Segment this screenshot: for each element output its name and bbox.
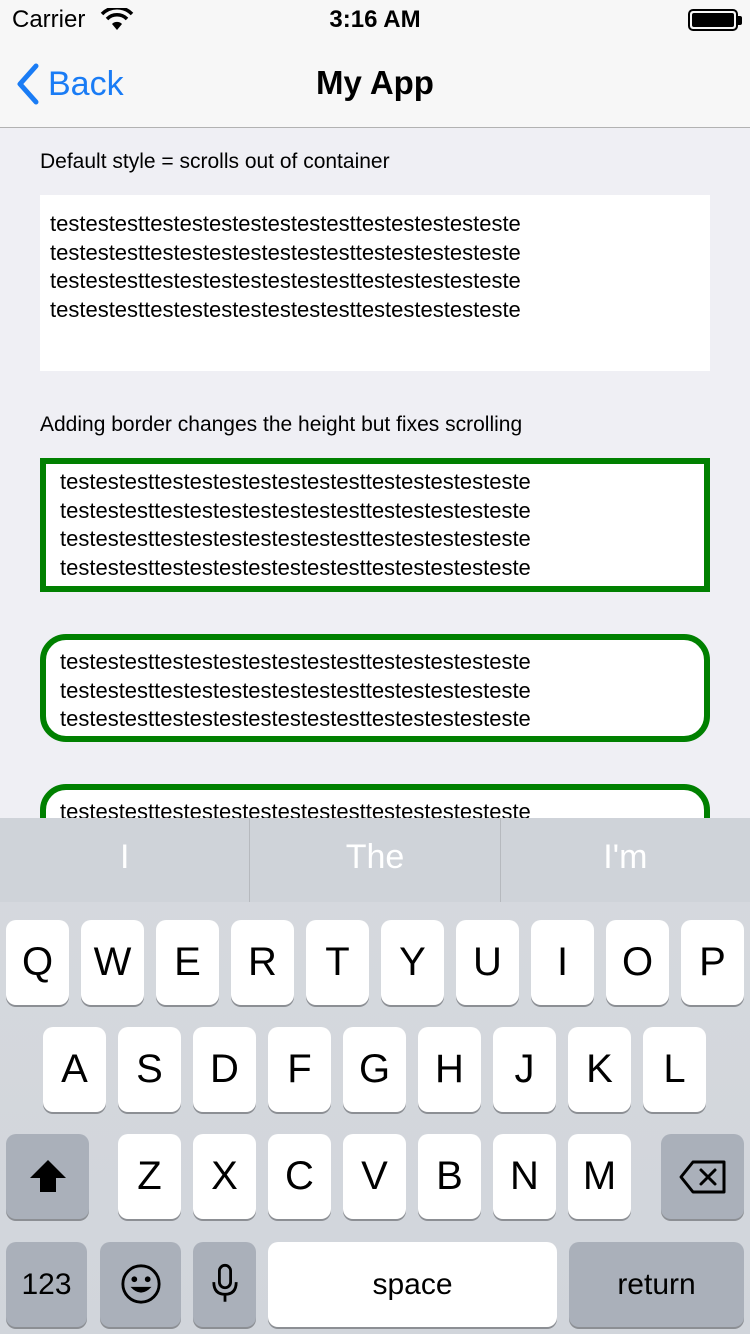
delete-key[interactable] <box>661 1134 744 1219</box>
border-style-label: Adding border changes the height but fix… <box>40 413 523 436</box>
key-m[interactable]: M <box>568 1134 631 1219</box>
key-d[interactable]: D <box>193 1027 256 1112</box>
key-i[interactable]: I <box>531 920 594 1005</box>
key-w[interactable]: W <box>81 920 144 1005</box>
suggestion-1[interactable]: I <box>0 818 249 902</box>
key-q[interactable]: Q <box>6 920 69 1005</box>
key-a[interactable]: A <box>43 1027 106 1112</box>
key-p[interactable]: P <box>681 920 744 1005</box>
return-key[interactable]: return <box>569 1242 744 1327</box>
key-f[interactable]: F <box>268 1027 331 1112</box>
key-g[interactable]: G <box>343 1027 406 1112</box>
key-s[interactable]: S <box>118 1027 181 1112</box>
suggestion-bar: I The I'm <box>0 818 750 902</box>
scroll-content[interactable]: Default style = scrolls out of container… <box>0 128 750 818</box>
emoji-key[interactable] <box>100 1242 181 1327</box>
microphone-icon <box>211 1263 238 1302</box>
key-n[interactable]: N <box>493 1134 556 1219</box>
backspace-icon <box>679 1160 725 1194</box>
key-u[interactable]: U <box>456 920 519 1005</box>
default-textarea[interactable]: testestesttestestestestestestesttesteste… <box>40 195 710 371</box>
battery-icon <box>688 9 742 31</box>
navigation-bar: Back My App <box>0 40 750 128</box>
rounded-bordered-textarea-2[interactable]: testestesttestestestestestestesttesteste… <box>40 784 710 818</box>
shift-arrow-icon <box>29 1160 66 1192</box>
status-bar: Carrier 3:16 AM <box>0 0 750 40</box>
key-z[interactable]: Z <box>118 1134 181 1219</box>
key-x[interactable]: X <box>193 1134 256 1219</box>
emoji-icon <box>120 1264 161 1304</box>
page-title: My App <box>316 64 434 101</box>
key-r[interactable]: R <box>231 920 294 1005</box>
status-time: 3:16 AM <box>329 6 421 33</box>
space-key[interactable]: space <box>268 1242 557 1327</box>
dictation-key[interactable] <box>193 1242 256 1327</box>
key-c[interactable]: C <box>268 1134 331 1219</box>
key-j[interactable]: J <box>493 1027 556 1112</box>
key-v[interactable]: V <box>343 1134 406 1219</box>
key-y[interactable]: Y <box>381 920 444 1005</box>
key-b[interactable]: B <box>418 1134 481 1219</box>
numbers-key[interactable]: 123 <box>6 1242 87 1327</box>
key-h[interactable]: H <box>418 1027 481 1112</box>
key-o[interactable]: O <box>606 920 669 1005</box>
suggestion-2[interactable]: The <box>249 818 499 902</box>
key-e[interactable]: E <box>156 920 219 1005</box>
key-t[interactable]: T <box>306 920 369 1005</box>
bordered-textarea[interactable]: testestesttestestestestestestesttesteste… <box>40 458 710 592</box>
shift-key[interactable] <box>6 1134 89 1219</box>
suggestion-3[interactable]: I'm <box>499 818 750 902</box>
rounded-bordered-textarea[interactable]: testestesttestestestestestestesttesteste… <box>40 634 710 742</box>
keyboard: I The I'm Q W E R T Y U I O P A S D F G … <box>0 818 750 1334</box>
default-style-label: Default style = scrolls out of container <box>40 150 390 173</box>
key-l[interactable]: L <box>643 1027 706 1112</box>
key-k[interactable]: K <box>568 1027 631 1112</box>
